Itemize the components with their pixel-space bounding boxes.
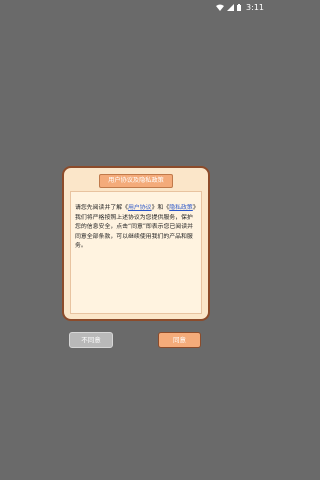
signal-icon [227, 3, 235, 11]
privacy-dialog: 用户协议及隐私政策 请您先阅读并了解《用户协议》和《隐私政策》我们将严格按照上述… [62, 166, 210, 321]
dialog-body: 请您先阅读并了解《用户协议》和《隐私政策》我们将严格按照上述协议为您提供服务，保… [70, 191, 202, 314]
privacy-policy-link[interactable]: 隐私政策 [169, 205, 193, 211]
disagree-button[interactable]: 不同意 [69, 332, 113, 348]
status-time: 3:11 [246, 2, 264, 12]
body-text-3: 》我们将严格按照上述协议为您提供服务，保护您的信息安全，点击“同意”即表示您已阅… [75, 205, 196, 250]
wifi-icon [216, 4, 225, 11]
dialog-title: 用户协议及隐私政策 [99, 174, 173, 188]
body-text-2: 》和《 [151, 205, 170, 211]
user-agreement-link[interactable]: 用户协议 [128, 205, 152, 211]
agree-button[interactable]: 同意 [158, 332, 201, 348]
battery-icon [237, 3, 242, 11]
status-bar: 3:11 [0, 0, 270, 14]
body-text-1: 请您先阅读并了解《 [75, 205, 129, 211]
